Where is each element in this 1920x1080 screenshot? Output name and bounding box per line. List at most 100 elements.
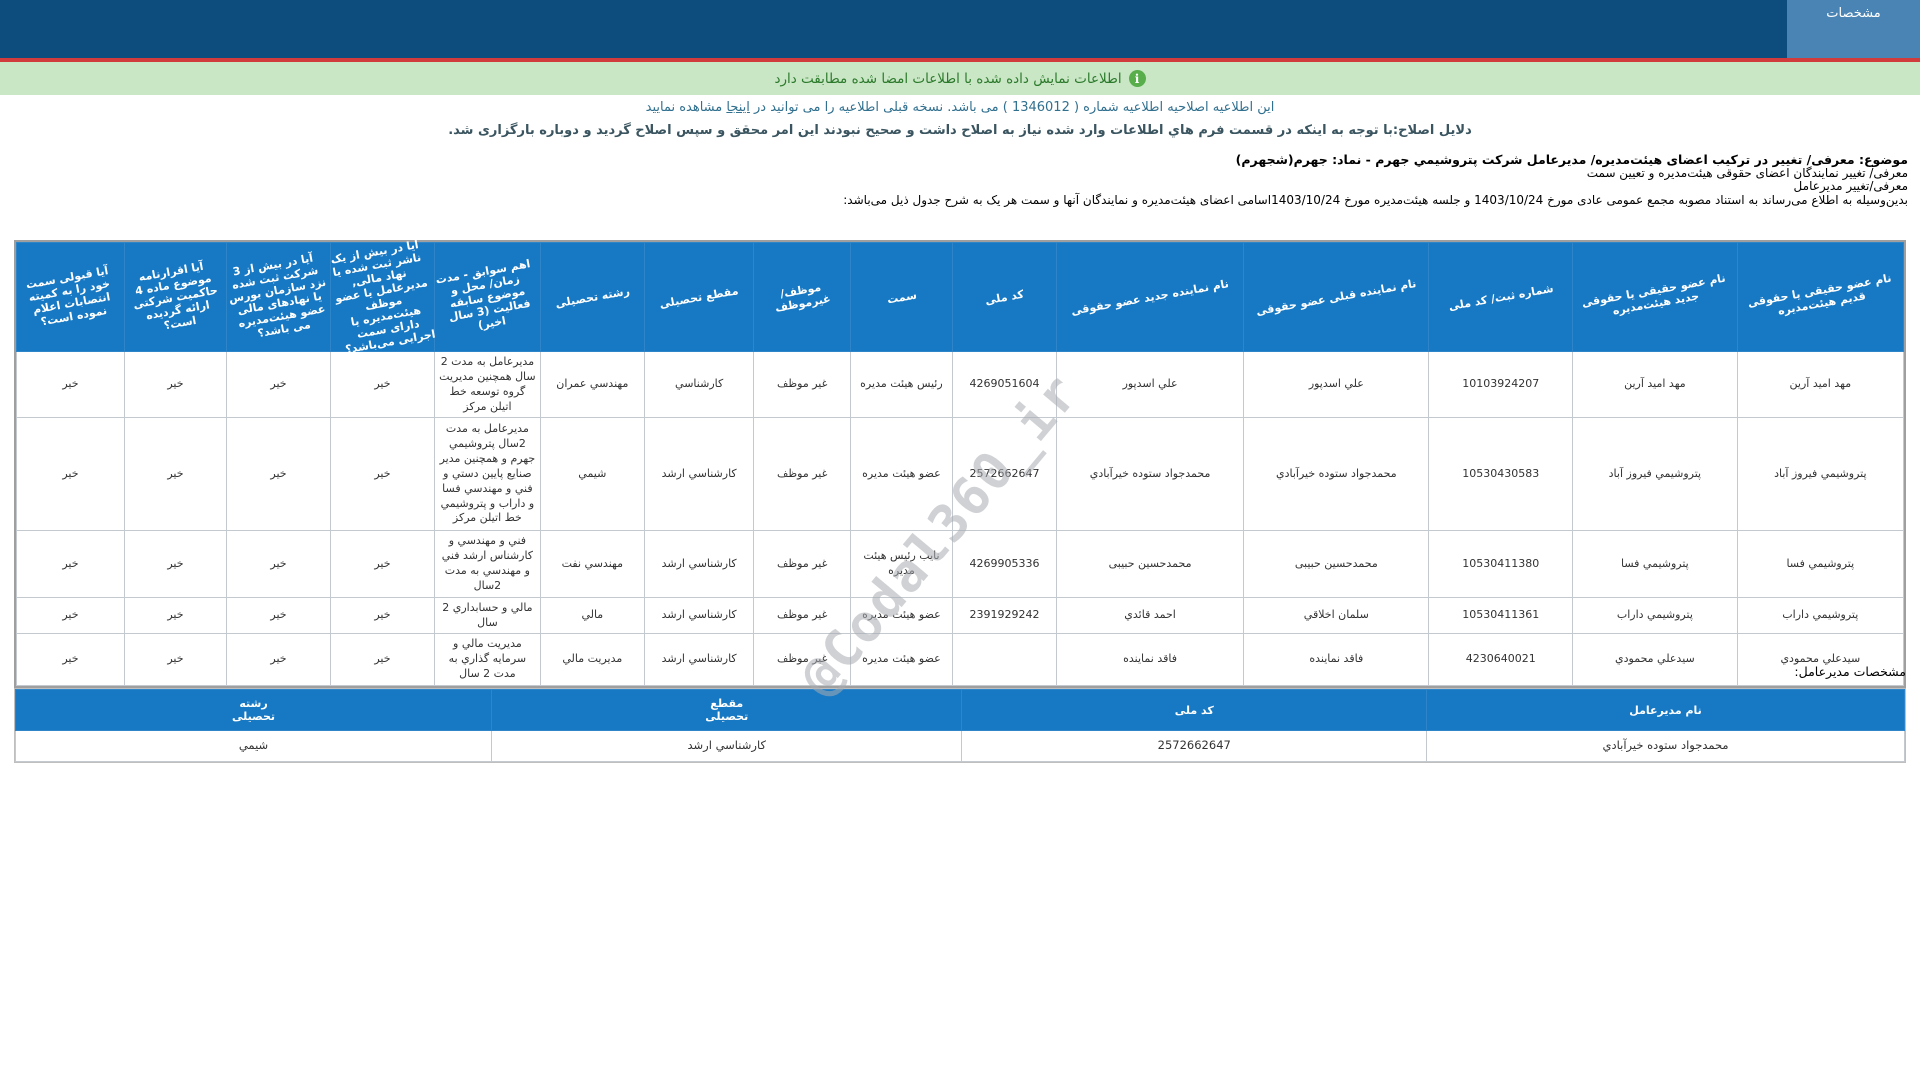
banner-text: اطلاعات نمایش داده شده با اطلاعات امضا ش… [774, 70, 1122, 87]
codal-disclosure-page: { "header": { "tab_label": "مشخصات" }, "… [0, 0, 1920, 1080]
table-row: محمدجواد ستوده خیرآبادي 2572662647 کارشناس… [14, 730, 1905, 762]
table-row: سیدعلي محمودي سیدعلي محمودي 4230640021 فاقد… [16, 633, 1905, 686]
info-icon: i [1128, 70, 1146, 87]
table-cell: علي اسدپور [1243, 350, 1430, 419]
table-cell: مدیرعامل به مدت 2 سال همچنین مدیریت گروه… [433, 350, 541, 419]
subject-line-announcement: بدین‌وسیله به اطلاع می‌رساند به استناد م… [843, 192, 1908, 207]
table-cell: پتروشيمي داراب [1572, 596, 1738, 635]
table-cell: خیر [16, 530, 125, 598]
table-cell: غیر موظف [753, 530, 851, 598]
table-cell: محمدحسین حبیبی [1243, 530, 1430, 598]
table-cell: کارشناسي ارشد [643, 530, 755, 598]
previous-version-link[interactable]: اینجا [726, 100, 750, 115]
table-cell: مدیرعامل به مدت 2سال پتروشیمي جهرم و همچ… [433, 417, 541, 532]
table-cell: پتروشيمي فسا [1572, 530, 1738, 598]
header-cell: شماره ثبت/ کد ملی [1428, 242, 1574, 352]
header-cell: آیا در بیش از یک ناشر ثبت شده یا نهاد ما… [329, 238, 437, 357]
table-cell [951, 633, 1057, 686]
top-header-bar [0, 0, 1920, 58]
header-cell: اهم سوابق - مدت زمان/ محل و موضوع سابقه … [433, 242, 541, 352]
table-cell: خیر [123, 596, 227, 635]
table-cell: نایب رئیس هیئت مدیره [849, 530, 953, 598]
subject-block: موضوع: معرفی/ تغییر در ترکیب اعضای هیئت‌… [12, 153, 1908, 207]
table-cell: محمدحسین حبیبی [1055, 530, 1245, 598]
table-cell: پتروشيمي فسا [1736, 530, 1905, 598]
table-cell: فاقد نماینده [1243, 633, 1430, 686]
table-cell: مدیریت مالي و سرمایه گذاري به مدت 2 سال [433, 633, 541, 686]
table-cell: 10530411361 [1428, 596, 1574, 635]
header-cell: نام مدیرعامل [1426, 689, 1905, 731]
table-cell: خیر [16, 633, 125, 686]
header-cell: موظف/ غیرموظف [753, 242, 851, 352]
signature-match-banner: i اطلاعات نمایش داده شده با اطلاعات امضا… [0, 62, 1920, 95]
table-cell: سیدعلي محمودي [1572, 633, 1738, 686]
table-cell: 2391929242 [951, 596, 1057, 635]
table-cell: احمد قائدي [1055, 596, 1245, 635]
table-cell: خیر [225, 350, 331, 419]
table-cell: کارشناسي [643, 350, 755, 419]
table-row: پتروشيمي داراب پتروشيمي داراب 10530411361 س… [16, 596, 1905, 635]
table-cell: خیر [329, 596, 435, 635]
subject-line-ceo-change: معرفی/تغییر مدیرعامل [1793, 179, 1908, 193]
table-cell: محمدجواد ستوده خیرآبادي [1426, 730, 1905, 762]
table-cell: خیر [329, 633, 435, 686]
header-cell: آیا قبولی سمت خود را به کمیته انتصابات ا… [16, 242, 125, 352]
table-cell: پتروشيمي فیروز آباد [1736, 417, 1905, 532]
ceo-details-table: نام مدیرعامل کد ملی مقطع تحصیلی رشته تحصیلی… [14, 688, 1906, 763]
table-cell: کارشناسي ارشد [643, 596, 755, 635]
header-row: نام عضو حقیقی یا حقوقی قدیم هیئت‌مدیره نا… [16, 238, 1905, 357]
table-cell: 10103924207 [1428, 350, 1574, 419]
header-cell: نام نماینده جدید عضو حقوقی [1055, 242, 1245, 352]
table-cell: 4230640021 [1428, 633, 1574, 686]
table-cell: مدیریت مالي [539, 633, 645, 686]
table-cell: مهد امید آرین [1572, 350, 1738, 419]
table-cell: عضو هیئت مدیره [849, 633, 953, 686]
table-cell: فني و مهندسي و کارشناس ارشد فني و مهندسي… [433, 530, 541, 598]
header-cell: نام عضو حقیقی یا حقوقی قدیم هیئت‌مدیره [1736, 242, 1905, 352]
table-cell: کارشناسي ارشد [643, 417, 755, 532]
table-row: مهد امید آرین مهد امید آرین 10103924207 علي… [16, 350, 1905, 419]
table-cell: خیر [123, 633, 227, 686]
table-cell: محمدجواد ستوده خیرآبادي [1055, 417, 1245, 532]
table-cell: 2572662647 [951, 417, 1057, 532]
table-cell: خیر [16, 350, 125, 419]
header-cell: نام نماینده قبلی عضو حقوقی [1243, 242, 1430, 352]
table-cell: خیر [225, 417, 331, 532]
table-cell: خیر [16, 417, 125, 532]
subject-title: موضوع: معرفی/ تغییر در ترکیب اعضای هیئت‌… [1235, 152, 1908, 167]
table-cell: خیر [329, 350, 435, 419]
table-cell: 4269905336 [951, 530, 1057, 598]
board-table-body: مهد امید آرین مهد امید آرین 10103924207 علي… [16, 350, 1905, 686]
tab-specifications[interactable]: مشخصات [1787, 0, 1920, 58]
correction-reason: دلایل اصلاح:با توجه به اینکه در قسمت فرم… [448, 123, 1472, 138]
board-members-table: نام عضو حقیقی یا حقوقی قدیم هیئت‌مدیره نا… [14, 238, 1906, 688]
table-cell: 10530430583 [1428, 417, 1574, 532]
table-cell: شیمي [539, 417, 645, 532]
header-cell: رشته تحصیلی [539, 242, 645, 352]
table-cell: خیر [123, 417, 227, 532]
table-cell: پتروشيمي فیروز آباد [1572, 417, 1738, 532]
revision-notice: این اطلاعیه اصلاحیه اطلاعیه شماره ( 1346… [0, 100, 1920, 115]
table-cell: خیر [329, 417, 435, 532]
table-cell: غیر موظف [753, 350, 851, 419]
header-cell: کد ملی [951, 242, 1057, 352]
table-cell: محمدجواد ستوده خیرآبادي [1243, 417, 1430, 532]
board-table-header: نام عضو حقیقی یا حقوقی قدیم هیئت‌مدیره نا… [16, 238, 1905, 357]
table-cell: خیر [16, 596, 125, 635]
table-cell: خیر [225, 596, 331, 635]
table-cell: پتروشيمي داراب [1736, 596, 1905, 635]
header-cell: آیا در بیش از 3 شرکت ثبت شده نزد سازمان … [225, 242, 331, 352]
header-cell: سمت [849, 242, 953, 352]
table-cell: خیر [329, 530, 435, 598]
table-cell: غیر موظف [753, 417, 851, 532]
table-cell: خیر [123, 530, 227, 598]
ceo-table-header: نام مدیرعامل کد ملی مقطع تحصیلی رشته تحصیلی [14, 689, 1905, 731]
header-cell: آیا اقرارنامه موضوع ماده 4 حاکمیت شرکتی … [123, 242, 227, 352]
table-cell: مهندسي نفت [539, 530, 645, 598]
table-cell: مهد امید آرین [1736, 350, 1905, 419]
table-cell: عضو هیئت مدیره [849, 417, 953, 532]
ceo-table-body: محمدجواد ستوده خیرآبادي 2572662647 کارشناس… [14, 730, 1905, 762]
revision-notice-suffix: مشاهده نمایید [645, 100, 727, 115]
table-cell: خیر [225, 633, 331, 686]
subject-line-representatives: معرفی/ تغییر نمایندگان اعضای حقوقی هیئت‌… [1586, 165, 1908, 180]
